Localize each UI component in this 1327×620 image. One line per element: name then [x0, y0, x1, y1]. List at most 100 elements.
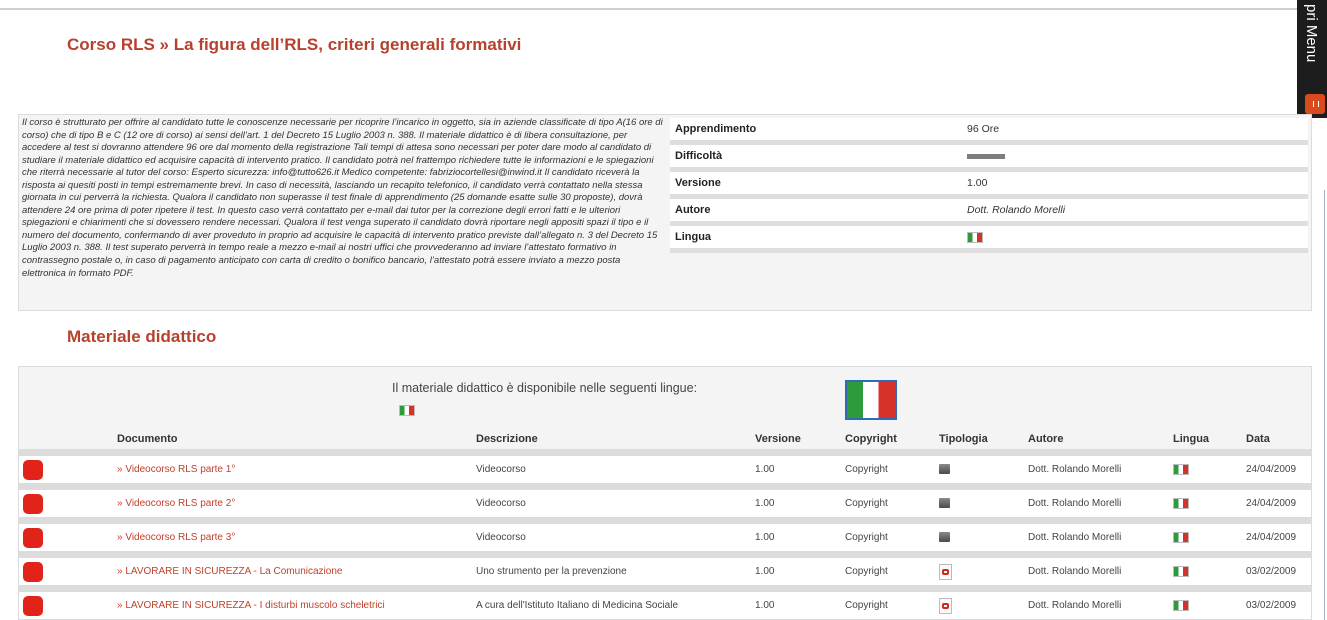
course-info-panel: Il corso è strutturato per offrire al ca…: [18, 114, 1312, 311]
pdf-icon: [939, 563, 952, 580]
column-header-documento: Documento: [113, 429, 472, 456]
italian-flag-large-icon[interactable]: [845, 380, 897, 420]
table-row: » Videocorso RLS parte 2° Videocorso 1.0…: [19, 486, 1311, 524]
date-cell: 24/04/2009: [1242, 520, 1311, 558]
info-label: Lingua: [670, 223, 962, 253]
copyright-cell: Copyright: [841, 554, 935, 592]
pdf-icon: [939, 597, 952, 614]
status-cell: [19, 554, 113, 592]
column-header-descrizione: Descrizione: [472, 429, 751, 456]
date-cell: 03/02/2009: [1242, 554, 1311, 592]
language-cell: [1169, 554, 1242, 592]
italian-flag-icon[interactable]: [399, 405, 415, 416]
date-cell: 24/04/2009: [1242, 452, 1311, 490]
column-header-lingua: Lingua: [1169, 429, 1242, 456]
status-square-icon[interactable]: [23, 595, 43, 616]
status-square-icon[interactable]: [23, 527, 43, 548]
info-value: Dott. Rolando Morelli: [962, 196, 1308, 226]
language-cell: [1169, 520, 1242, 558]
status-cell: [19, 520, 113, 558]
status-square-icon[interactable]: [23, 459, 43, 480]
status-square-icon[interactable]: [23, 561, 43, 582]
column-header-tipologia: Tipologia: [935, 429, 1024, 456]
materials-panel: Il materiale didattico è disponibile nel…: [18, 366, 1312, 620]
italian-flag-icon: [1173, 531, 1189, 543]
description-cell: Videocorso: [472, 520, 751, 558]
info-value: [962, 223, 1308, 253]
column-header-data: Data: [1242, 429, 1311, 456]
table-header-row: Documento Descrizione Versione Copyright…: [19, 429, 1311, 456]
course-description: Il corso è strutturato per offrire al ca…: [22, 117, 663, 279]
table-row: » Videocorso RLS parte 1° Videocorso 1.0…: [19, 452, 1311, 490]
version-cell: 1.00: [751, 588, 841, 620]
side-menu-label: pri Menu: [1303, 4, 1320, 63]
info-value: 1.00: [962, 169, 1308, 199]
date-cell: 03/02/2009: [1242, 588, 1311, 620]
info-row-lingua: Lingua: [670, 223, 1308, 253]
author-cell: Dott. Rolando Morelli: [1024, 554, 1169, 592]
info-row-autore: Autore Dott. Rolando Morelli: [670, 196, 1308, 226]
side-menu-tab[interactable]: pri Menu: [1297, 0, 1327, 118]
type-cell: [935, 554, 1024, 592]
column-header-status: [19, 429, 113, 456]
section-title-materials: Materiale didattico: [67, 327, 217, 346]
italian-flag-icon: [1173, 565, 1189, 577]
menu-toggle-icon[interactable]: [1305, 94, 1325, 114]
video-icon: [939, 532, 950, 543]
info-value: 96 Ore: [962, 118, 1308, 145]
document-link[interactable]: » Videocorso RLS parte 3°: [113, 520, 472, 558]
info-row-difficolta: Difficoltà: [670, 142, 1308, 172]
language-cell: [1169, 486, 1242, 524]
description-cell: Uno strumento per la prevenzione: [472, 554, 751, 592]
type-cell: [935, 486, 1024, 524]
type-cell: [935, 588, 1024, 620]
difficulty-bar: [967, 153, 1005, 159]
italian-flag-icon: [1173, 463, 1189, 475]
table-row: » LAVORARE IN SICUREZZA - La Comunicazio…: [19, 554, 1311, 592]
page-title: Corso RLS » La figura dell’RLS, criteri …: [67, 35, 522, 54]
document-link[interactable]: » Videocorso RLS parte 2°: [113, 486, 472, 524]
info-row-versione: Versione 1.00: [670, 169, 1308, 199]
status-cell: [19, 452, 113, 490]
type-cell: [935, 452, 1024, 490]
author-cell: Dott. Rolando Morelli: [1024, 486, 1169, 524]
type-cell: [935, 520, 1024, 558]
languages-note: Il materiale didattico è disponibile nel…: [392, 381, 698, 395]
info-value: [962, 142, 1308, 172]
description-cell: Videocorso: [472, 452, 751, 490]
video-icon: [939, 464, 950, 475]
status-cell: [19, 588, 113, 620]
document-link[interactable]: » LAVORARE IN SICUREZZA - La Comunicazio…: [113, 554, 472, 592]
table-row: » Videocorso RLS parte 3° Videocorso 1.0…: [19, 520, 1311, 558]
info-label: Apprendimento: [670, 118, 962, 145]
version-cell: 1.00: [751, 452, 841, 490]
author-cell: Dott. Rolando Morelli: [1024, 520, 1169, 558]
info-label: Versione: [670, 169, 962, 199]
column-header-copyright: Copyright: [841, 429, 935, 456]
version-cell: 1.00: [751, 520, 841, 558]
version-cell: 1.00: [751, 486, 841, 524]
info-label: Autore: [670, 196, 962, 226]
video-icon: [939, 498, 950, 509]
author-cell: Dott. Rolando Morelli: [1024, 588, 1169, 620]
language-cell: [1169, 452, 1242, 490]
scrollbar-edge[interactable]: [1324, 190, 1325, 620]
top-divider: [0, 8, 1327, 10]
author-cell: Dott. Rolando Morelli: [1024, 452, 1169, 490]
status-square-icon[interactable]: [23, 493, 43, 514]
column-header-autore: Autore: [1024, 429, 1169, 456]
description-cell: A cura dell'Istituto Italiano di Medicin…: [472, 588, 751, 620]
column-header-versione: Versione: [751, 429, 841, 456]
document-link[interactable]: » LAVORARE IN SICUREZZA - I disturbi mus…: [113, 588, 472, 620]
documents-table: Documento Descrizione Versione Copyright…: [19, 429, 1311, 620]
document-link[interactable]: » Videocorso RLS parte 1°: [113, 452, 472, 490]
table-row: » LAVORARE IN SICUREZZA - I disturbi mus…: [19, 588, 1311, 620]
date-cell: 24/04/2009: [1242, 486, 1311, 524]
italian-flag-icon: [1173, 599, 1189, 611]
copyright-cell: Copyright: [841, 452, 935, 490]
status-cell: [19, 486, 113, 524]
info-label: Difficoltà: [670, 142, 962, 172]
course-info-table: Apprendimento 96 Ore Difficoltà Versione…: [670, 118, 1308, 253]
italian-flag-icon: [1173, 497, 1189, 509]
copyright-cell: Copyright: [841, 588, 935, 620]
